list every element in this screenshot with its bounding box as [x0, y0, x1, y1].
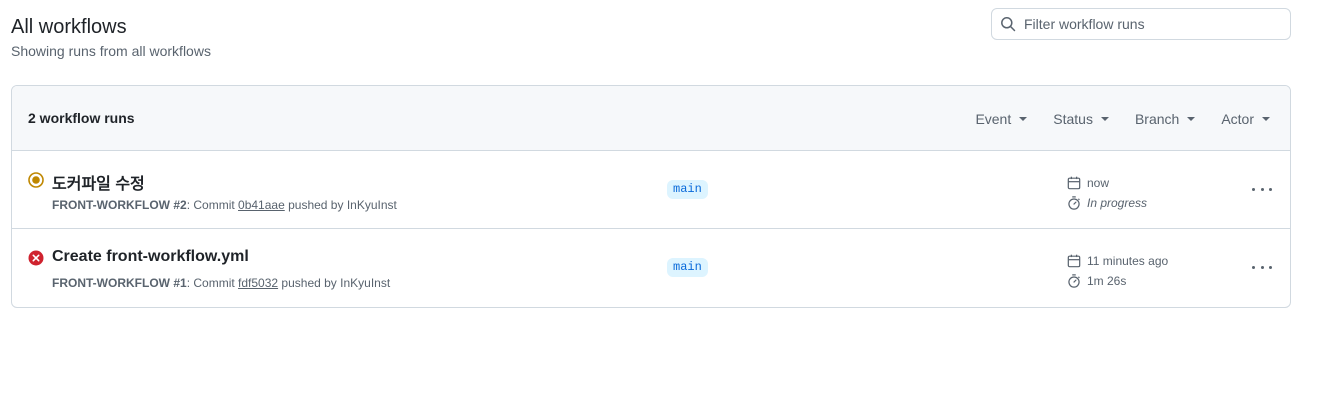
pushed-by-prefix: pushed by [288, 198, 344, 212]
branch-badge[interactable]: main [667, 180, 708, 199]
run-duration: In progress [1087, 196, 1148, 210]
run-meta: FRONT-WORKFLOW #2: Commit 0b41aae pushed… [52, 198, 397, 212]
workflow-name: FRONT-WORKFLOW [52, 198, 170, 212]
actor-name: InKyuInst [340, 276, 391, 290]
kebab-horizontal-icon[interactable] [1252, 181, 1272, 197]
run-meta: FRONT-WORKFLOW #1: Commit fdf5032 pushed… [52, 276, 390, 290]
chevron-down-icon [1100, 116, 1109, 121]
stopwatch-icon [1068, 196, 1080, 210]
status-filter-menu[interactable]: Status [1053, 111, 1109, 127]
workflow-run-row[interactable]: Create front-workflow.yml FRONT-WORKFLOW… [12, 229, 1290, 307]
failure-status-icon [28, 250, 44, 266]
actor-filter-label: Actor [1221, 110, 1254, 127]
run-title-link[interactable]: Create front-workflow.yml [52, 248, 249, 266]
page-title: All workflows [11, 16, 127, 38]
event-filter-menu[interactable]: Event [975, 110, 1028, 127]
run-title-link[interactable]: 도커파일 수정 [52, 170, 145, 194]
pushed-by-prefix: pushed by [281, 276, 337, 290]
status-filter-label: Status [1053, 110, 1093, 127]
commit-sha-link[interactable]: fdf5032 [238, 276, 278, 290]
filter-workflow-runs-search[interactable] [991, 8, 1291, 40]
runs-filters: Event Status Branch Actor [949, 86, 1270, 151]
chevron-down-icon [1187, 116, 1196, 121]
chevron-down-icon [1262, 116, 1270, 121]
search-input[interactable] [1024, 16, 1274, 32]
search-icon [1001, 17, 1016, 32]
commit-prefix: : Commit [186, 198, 235, 212]
workflow-runs-list: 2 workflow runs Event Status Branch Acto… [11, 85, 1291, 308]
stopwatch-icon [1068, 274, 1080, 288]
actor-name: InKyuInst [346, 198, 397, 212]
run-number: #1 [173, 276, 187, 290]
branch-filter-label: Branch [1134, 110, 1180, 127]
branch-badge[interactable]: main [667, 258, 708, 277]
page-subtitle: Showing runs from all workflows [11, 43, 211, 59]
chevron-down-icon [1019, 116, 1028, 121]
workflow-run-row[interactable]: 도커파일 수정 FRONT-WORKFLOW #2: Commit 0b41aa… [12, 151, 1290, 229]
calendar-icon [1067, 254, 1081, 268]
run-timing: 11 minutes ago 1m 26s [1067, 251, 1168, 291]
calendar-icon [1067, 176, 1081, 190]
commit-prefix: : Commit [186, 276, 235, 290]
commit-sha-link[interactable]: 0b41aae [238, 198, 285, 212]
run-duration: 1m 26s [1087, 274, 1127, 288]
run-time-ago: 11 minutes ago [1087, 254, 1169, 268]
run-timing: now In progress [1067, 173, 1147, 213]
in-progress-status-icon [28, 172, 44, 188]
kebab-horizontal-icon[interactable] [1252, 259, 1272, 275]
run-number: #2 [173, 198, 187, 212]
run-time-ago: now [1087, 176, 1110, 190]
runs-count: 2 workflow runs [28, 110, 135, 126]
runs-list-header: 2 workflow runs Event Status Branch Acto… [12, 86, 1290, 151]
event-filter-label: Event [975, 110, 1012, 127]
actor-filter-menu[interactable]: Actor [1221, 111, 1270, 127]
branch-filter-menu[interactable]: Branch [1134, 110, 1196, 127]
workflow-name: FRONT-WORKFLOW [52, 276, 170, 290]
